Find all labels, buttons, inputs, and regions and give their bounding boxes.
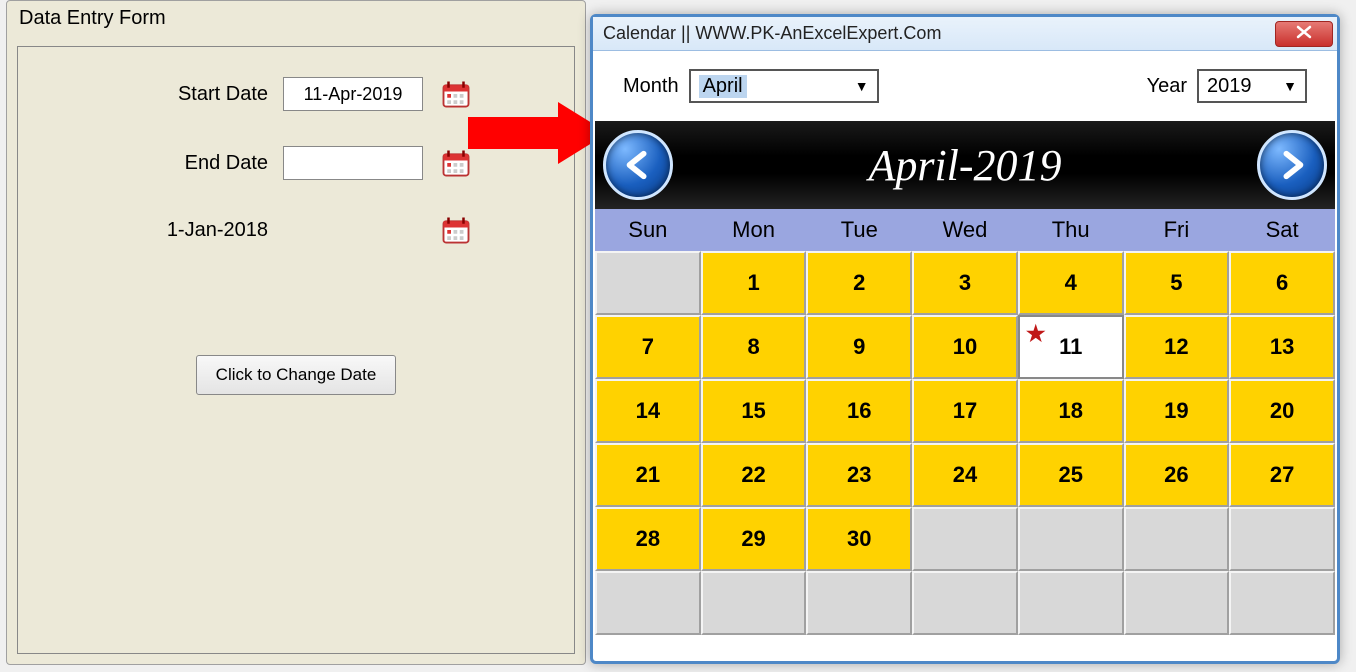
- calendar-cell[interactable]: 17: [912, 379, 1018, 443]
- calendar-cell[interactable]: 2: [806, 251, 912, 315]
- calendar-cell[interactable]: 19: [1124, 379, 1230, 443]
- calendar-cell[interactable]: 22: [701, 443, 807, 507]
- calendar-cell: [1124, 571, 1230, 635]
- calendar-cell[interactable]: 10: [912, 315, 1018, 379]
- calendar-month-title: April-2019: [868, 140, 1061, 191]
- chevron-down-icon: ▼: [855, 78, 869, 94]
- calendar-cell[interactable]: 12: [1124, 315, 1230, 379]
- calendar-cell: [701, 571, 807, 635]
- calendar-cell[interactable]: 28: [595, 507, 701, 571]
- arrow-icon: [468, 102, 608, 164]
- calendar-title: Calendar || WWW.PK-AnExcelExpert.Com: [603, 23, 1275, 44]
- change-date-button[interactable]: Click to Change Date: [196, 355, 396, 395]
- calendar-cell[interactable]: 25: [1018, 443, 1124, 507]
- calendar-cell[interactable]: 24: [912, 443, 1018, 507]
- calendar-cell[interactable]: 14: [595, 379, 701, 443]
- calendar-icon[interactable]: [441, 215, 471, 245]
- calendar-cell[interactable]: ★11: [1018, 315, 1124, 379]
- close-button[interactable]: [1275, 21, 1333, 47]
- calendar-cell[interactable]: 9: [806, 315, 912, 379]
- end-date-label: End Date: [28, 152, 283, 175]
- month-value: April: [699, 75, 747, 98]
- month-label: Month: [623, 75, 679, 98]
- day-header: Fri: [1124, 209, 1230, 251]
- day-header: Wed: [912, 209, 1018, 251]
- calendar-controls: Month April ▼ Year 2019 ▼: [593, 51, 1337, 121]
- calendar-cell[interactable]: 21: [595, 443, 701, 507]
- static-date-row: 1-Jan-2018: [28, 215, 564, 245]
- calendar-cell[interactable]: 5: [1124, 251, 1230, 315]
- day-header: Sun: [595, 209, 701, 251]
- day-header: Tue: [806, 209, 912, 251]
- calendar-cell[interactable]: 29: [701, 507, 807, 571]
- day-header: Sat: [1229, 209, 1335, 251]
- calendar-titlebar: Calendar || WWW.PK-AnExcelExpert.Com: [593, 17, 1337, 51]
- calendar-cell[interactable]: 4: [1018, 251, 1124, 315]
- calendar-cell: [1229, 571, 1335, 635]
- form-title: Data Entry Form: [7, 1, 585, 36]
- calendar-cell: [1229, 507, 1335, 571]
- calendar-cell[interactable]: 16: [806, 379, 912, 443]
- data-entry-form-window: Data Entry Form Start Date End Date 1-Ja…: [6, 0, 586, 665]
- next-month-button[interactable]: [1257, 130, 1327, 200]
- day-header: Mon: [701, 209, 807, 251]
- end-date-input[interactable]: [283, 146, 423, 180]
- calendar-icon[interactable]: [441, 79, 471, 109]
- chevron-down-icon: ▼: [1283, 78, 1297, 94]
- calendar-cell: [1124, 507, 1230, 571]
- year-value: 2019: [1207, 75, 1252, 98]
- star-icon: ★: [1026, 321, 1046, 347]
- close-icon: [1295, 23, 1313, 44]
- calendar-cell: [595, 571, 701, 635]
- calendar-cell[interactable]: 13: [1229, 315, 1335, 379]
- start-date-label: Start Date: [28, 83, 283, 106]
- year-select[interactable]: 2019 ▼: [1197, 69, 1307, 103]
- calendar-cell[interactable]: 1: [701, 251, 807, 315]
- calendar-cell: [1018, 507, 1124, 571]
- calendar-cell[interactable]: 27: [1229, 443, 1335, 507]
- calendar-cell[interactable]: 6: [1229, 251, 1335, 315]
- calendar-cell[interactable]: 3: [912, 251, 1018, 315]
- calendar-cell: [912, 507, 1018, 571]
- prev-month-button[interactable]: [603, 130, 673, 200]
- calendar-cell: [1018, 571, 1124, 635]
- calendar-window: Calendar || WWW.PK-AnExcelExpert.Com Mon…: [590, 14, 1340, 664]
- calendar-cell[interactable]: 26: [1124, 443, 1230, 507]
- calendar-cell: [912, 571, 1018, 635]
- calendar-cell: [806, 571, 912, 635]
- calendar-cell[interactable]: 8: [701, 315, 807, 379]
- calendar-cell[interactable]: 23: [806, 443, 912, 507]
- calendar-cell[interactable]: 7: [595, 315, 701, 379]
- calendar-grid: 12345678910★1112131415161718192021222324…: [595, 251, 1335, 635]
- month-select[interactable]: April ▼: [689, 69, 879, 103]
- year-label: Year: [1147, 75, 1187, 98]
- calendar-cell[interactable]: 15: [701, 379, 807, 443]
- start-date-input[interactable]: [283, 77, 423, 111]
- calendar-cell[interactable]: 20: [1229, 379, 1335, 443]
- calendar-cell[interactable]: 30: [806, 507, 912, 571]
- static-date-text: 1-Jan-2018: [28, 219, 283, 242]
- calendar-icon[interactable]: [441, 148, 471, 178]
- calendar-cell[interactable]: 18: [1018, 379, 1124, 443]
- day-header: Thu: [1018, 209, 1124, 251]
- calendar-cell: [595, 251, 701, 315]
- day-header-row: Sun Mon Tue Wed Thu Fri Sat: [595, 209, 1335, 251]
- calendar-header: April-2019: [595, 121, 1335, 209]
